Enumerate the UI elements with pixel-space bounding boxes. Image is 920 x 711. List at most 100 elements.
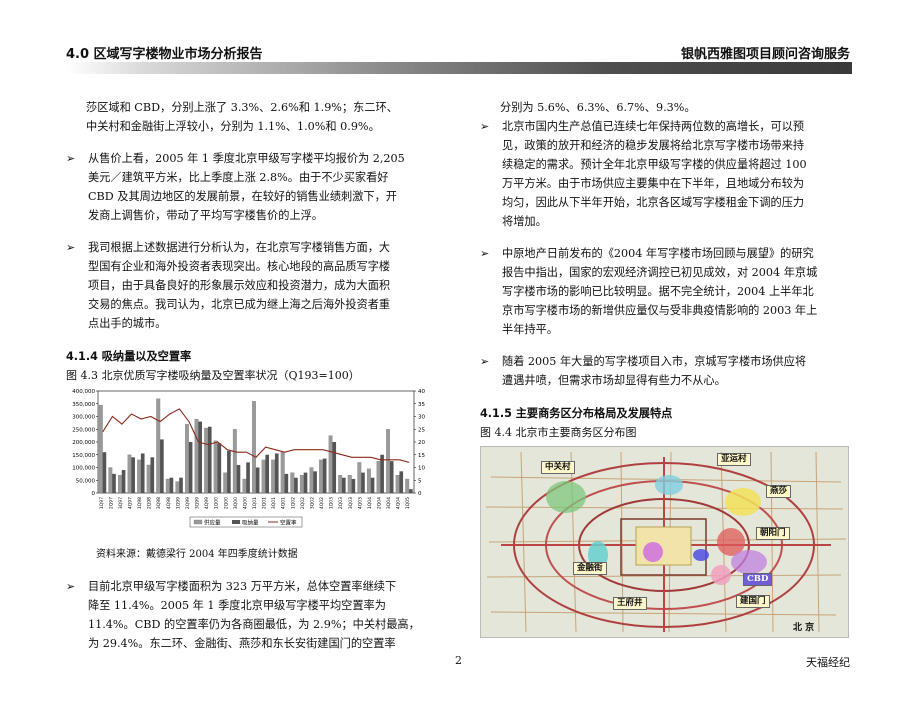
x-axis-tick-label: 4Q97 (128, 497, 134, 509)
left-axis-tick-label: 250,000 (72, 427, 95, 433)
x-axis-tick-label: 4Q98 (166, 497, 172, 509)
map-label-zhongguancun: 中关村 (541, 461, 575, 474)
company-name: 银帆西雅图项目顾问咨询服务 (680, 47, 850, 62)
bullet-gdp: ➢ 北京市国内生产总值已连续七年保持两位数的高增长，可以预 见，政策的放开和经济… (480, 117, 858, 231)
right-axis-tick-label: 0 (418, 491, 422, 497)
bullet-line: 半年持平。 (502, 323, 558, 336)
legend-swatch-absorption (232, 520, 240, 524)
right-axis-tick-label: 35 (418, 402, 425, 408)
x-axis-tick-label: 2Q00 (223, 497, 229, 509)
right-column: 分别为 5.6%、6.3%、6.7%、9.3%。 ➢ 北京市国内生产总值已连续七… (480, 98, 858, 638)
legend-label-vacancy: 空置率 (280, 519, 297, 527)
bullet-line: 随着 2005 年大量的写字楼项目入市，京城写字楼市场供应将 (502, 355, 807, 368)
right-axis-tick-label: 25 (418, 427, 425, 433)
right-axis-tick-label: 30 (418, 415, 425, 421)
bar-supply (175, 481, 180, 494)
left-axis-tick-label: 200,000 (72, 440, 95, 446)
bar-supply (108, 467, 113, 494)
bar-supply (185, 424, 189, 494)
bar-absorption (361, 472, 365, 493)
left-axis-tick-label: 100,000 (72, 466, 95, 472)
x-axis-tick-label: 3Q99 (195, 497, 201, 509)
legend-swatch-supply (193, 519, 203, 525)
left-axis-tick-label: 300,000 (72, 415, 95, 421)
x-axis-tick-label: 1Q04 (367, 497, 373, 509)
bullet-line: 北京市国内生产总值已连续七年保持两位数的高增长，可以预 (502, 120, 805, 133)
bar-supply (280, 452, 285, 494)
bar-absorption (150, 457, 155, 493)
x-axis-tick-label: 3Q97 (118, 497, 124, 509)
bullet-line: 写字楼市场的影响已比较明显。据不完全统计，2004 上半年北 (502, 285, 814, 298)
bar-supply (328, 435, 333, 494)
paragraph-line: 中关村和金融街上浮较小，分别为 1.1%、1.0%和 0.9%。 (86, 120, 380, 133)
bar-supply (232, 429, 237, 494)
bar-supply (98, 404, 103, 494)
bar-absorption (121, 470, 126, 493)
bar-supply (118, 475, 122, 494)
bullet-line: 京市写字楼市场的新增供应量仅与受非典疫情影响的 2003 年上 (502, 304, 818, 317)
bar-supply (395, 475, 400, 494)
x-axis-tick-label: 1Q02 (290, 497, 296, 509)
x-axis-tick-label: 2Q01 (262, 497, 268, 509)
bar-absorption (351, 478, 356, 493)
section-heading-business-districts: 4.1.5 主要商务区分布格局及发展特点 (480, 407, 673, 420)
bullet-arrow-icon: ➢ (66, 580, 76, 593)
bullet-supply: ➢ 随着 2005 年大量的写字楼项目入市，京城写字楼市场供应将 遭遇井喷，但需… (480, 352, 858, 390)
bar-absorption (265, 454, 270, 493)
bar-absorption (246, 462, 250, 493)
page-number: 2 (455, 654, 462, 667)
bar-supply (319, 459, 323, 494)
bar-absorption (332, 442, 337, 493)
bar-supply (165, 478, 170, 494)
bar-absorption (274, 453, 279, 493)
figure-caption: 图 4.3 北京优质写字楼吸纳量及空置率状况（Q193=100） (66, 369, 360, 382)
bar-supply (271, 459, 276, 494)
chart-source: 资料来源：戴德梁行 2004 年四季度统计数据 (96, 549, 298, 560)
bar-supply (252, 401, 256, 494)
bar-absorption (284, 473, 289, 493)
bullet-arrow-icon: ➢ (66, 152, 76, 165)
bar-supply (299, 475, 304, 494)
map-label-yansha: 燕莎 (766, 485, 792, 498)
bar-supply (127, 454, 132, 494)
bullet-arrow-icon: ➢ (480, 120, 490, 133)
bar-absorption (303, 472, 308, 493)
bar-supply (376, 461, 381, 494)
bullet-line: CBD 及其周边地区的发展前景，在较好的销售业绩刺激下，开 (88, 190, 397, 203)
x-axis-tick-label: 1Q98 (137, 497, 143, 509)
x-axis-tick-label: 4Q03 (357, 497, 363, 509)
bar-absorption (160, 439, 164, 493)
bar-absorption (140, 453, 145, 493)
bar-absorption (380, 454, 384, 493)
x-axis-tick-label: 1Q99 (175, 497, 181, 509)
right-axis-tick-label: 5 (418, 478, 422, 484)
left-axis-tick-label: 350,000 (72, 402, 95, 408)
x-axis-tick-label: 4Q99 (204, 497, 210, 509)
map-label-yayuncun: 亚运村 (717, 453, 751, 466)
bullet-line: 项目，由于具备良好的形象展示效应和投资潜力，成为大面积 (88, 279, 391, 292)
bullet-arrow-icon: ➢ (66, 241, 76, 254)
bullet-arrow-icon: ➢ (480, 355, 490, 368)
left-axis-tick-label: 400,000 (72, 389, 95, 395)
map-label-wangfujing: 王府井 (613, 597, 647, 610)
bar-absorption (207, 426, 212, 493)
figure-caption: 图 4.4 北京市主要商务区分布图 (480, 426, 637, 439)
footer-company: 天福经纪 (806, 656, 850, 669)
bar-absorption (322, 458, 327, 493)
bar-absorption (112, 473, 116, 493)
bar-absorption (313, 471, 317, 493)
x-axis-tick-label: 3Q00 (233, 497, 239, 509)
bullet-arrow-icon: ➢ (480, 247, 490, 260)
bullet-line: 中原地产日前发布的《2004 年写字楼市场回顾与展望》的研究 (502, 247, 814, 260)
x-axis-tick-label: 4Q01 (281, 497, 287, 509)
bar-absorption (255, 467, 260, 493)
bar-supply (194, 418, 199, 494)
bullet-line: 见，政策的放开和经济的稳步发展将给北京写字楼市场带来持 (502, 139, 805, 152)
x-axis-tick-label: 1Q03 (329, 497, 335, 509)
bullet-line: 续稳定的需求。预计全年北京甲级写字楼的供应量将超过 100 (502, 158, 807, 171)
bar-supply (347, 475, 352, 494)
bar-absorption (227, 450, 231, 493)
x-axis-tick-label: 4Q00 (242, 497, 248, 509)
right-axis-tick-label: 10 (418, 466, 425, 472)
x-axis-tick-label: 2Q98 (147, 497, 153, 509)
